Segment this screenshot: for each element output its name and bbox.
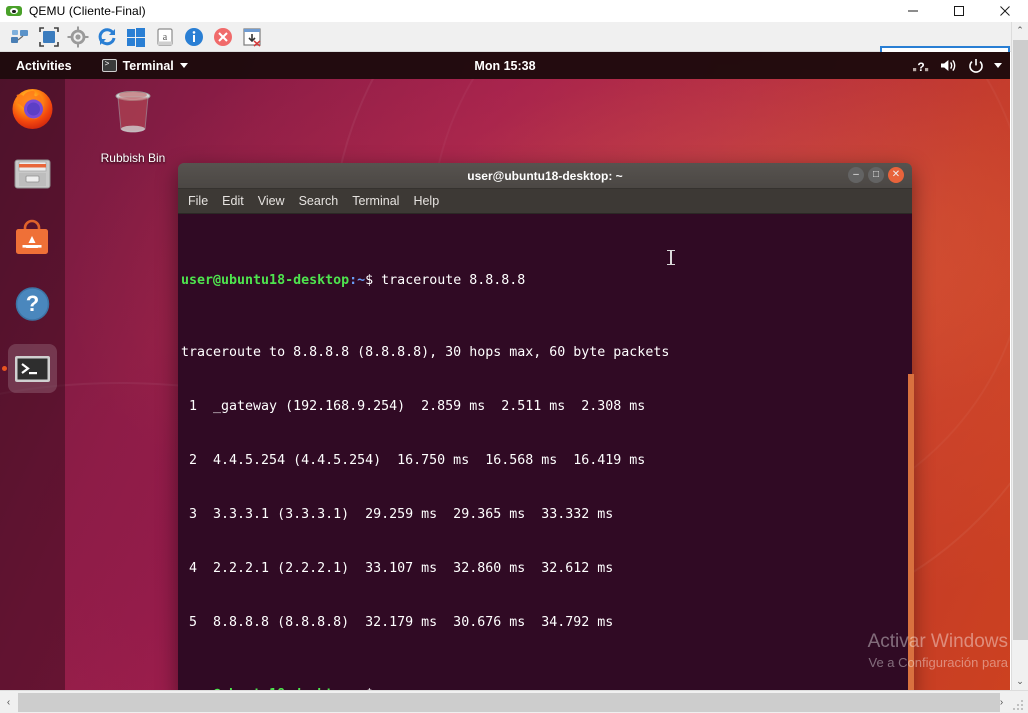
qemu-minimize-button[interactable] xyxy=(890,0,936,22)
keyboard-input-icon[interactable]: ? xyxy=(913,59,930,73)
svg-text:?: ? xyxy=(26,291,39,316)
info-icon[interactable] xyxy=(181,24,207,50)
qemu-logo-icon xyxy=(6,3,22,19)
qemu-close-button[interactable] xyxy=(982,0,1028,22)
app-menu-label: Terminal xyxy=(123,59,174,73)
document-icon[interactable]: a xyxy=(152,24,178,50)
prompt-user-host: user@ubuntu18-desktop xyxy=(181,273,349,288)
close-circle-icon[interactable] xyxy=(210,24,236,50)
terminal-output: user@ubuntu18-desktop:~$ traceroute 8.8.… xyxy=(180,218,912,690)
menu-help[interactable]: Help xyxy=(413,194,439,208)
terminal-menubar: File Edit View Search Terminal Help xyxy=(178,189,912,214)
terminal-window: user@ubuntu18-desktop: ~ – □ ✕ File Edit… xyxy=(178,163,912,690)
resize-grip[interactable] xyxy=(1012,697,1026,711)
dock-item-files[interactable] xyxy=(8,149,57,198)
terminal-maximize-button[interactable]: □ xyxy=(868,167,884,183)
desktop-icon-label: Rubbish Bin xyxy=(93,151,173,165)
chevron-down-icon[interactable] xyxy=(994,63,1002,68)
files-icon xyxy=(8,149,57,198)
host-vertical-scrollbar[interactable]: ⌃ ⌄ xyxy=(1011,22,1028,690)
horizontal-scrollbar-thumb[interactable] xyxy=(18,693,1000,712)
traceroute-hop-2: 2 4.4.5.254 (4.4.5.254) 16.750 ms 16.568… xyxy=(181,452,912,470)
watermark-line-2: Ve a Configuración para xyxy=(868,654,1008,672)
text-cursor-icon xyxy=(670,250,672,265)
terminal-command-line: user@ubuntu18-desktop:~$ traceroute 8.8.… xyxy=(181,272,912,290)
scroll-down-icon[interactable]: ⌄ xyxy=(1012,673,1028,690)
traceroute-hop-5: 5 8.8.8.8 (8.8.8.8) 32.179 ms 30.676 ms … xyxy=(181,614,912,632)
system-status-area[interactable]: ? xyxy=(913,58,1002,74)
app-menu-button[interactable]: Terminal xyxy=(102,59,188,73)
volume-icon[interactable] xyxy=(940,58,958,73)
menu-file[interactable]: File xyxy=(188,194,208,208)
terminal-titlebar[interactable]: user@ubuntu18-desktop: ~ – □ ✕ xyxy=(178,163,912,189)
terminal-minimize-button[interactable]: – xyxy=(848,167,864,183)
rubbish-bin-icon xyxy=(104,84,162,142)
menu-search[interactable]: Search xyxy=(299,194,339,208)
typed-command: traceroute 8.8.8.8 xyxy=(381,273,525,288)
terminal-icon xyxy=(102,59,117,72)
snapshot-icon[interactable] xyxy=(239,24,265,50)
ubuntu-guest-desktop: Activities Terminal Mon 15:38 ? xyxy=(0,52,1010,690)
scroll-left-icon[interactable]: ‹ xyxy=(0,691,17,713)
terminal-window-controls: – □ ✕ xyxy=(848,167,904,183)
terminal-prompt-line: user@ubuntu18-desktop:~$ xyxy=(181,686,912,690)
ubuntu-dock: ? xyxy=(0,79,65,690)
chevron-down-icon xyxy=(180,63,188,68)
menu-edit[interactable]: Edit xyxy=(222,194,244,208)
traceroute-header: traceroute to 8.8.8.8 (8.8.8.8), 30 hops… xyxy=(181,344,912,362)
ubuntu-software-icon xyxy=(8,214,57,263)
traceroute-hop-1: 1 _gateway (192.168.9.254) 2.859 ms 2.51… xyxy=(181,398,912,416)
running-indicator-dot xyxy=(2,366,7,371)
prompt-path: :~ xyxy=(349,273,365,288)
dock-item-terminal[interactable] xyxy=(8,344,57,393)
scroll-up-icon[interactable]: ⌃ xyxy=(1012,22,1028,39)
traceroute-hop-3: 3 3.3.3.1 (3.3.3.1) 29.259 ms 29.365 ms … xyxy=(181,506,912,524)
fullscreen-icon[interactable] xyxy=(36,24,62,50)
watermark-line-1: Activar Windows xyxy=(868,630,1008,654)
dock-item-ubuntu-software[interactable] xyxy=(8,214,57,263)
prompt-symbol: $ xyxy=(365,687,373,690)
terminal-icon xyxy=(8,344,57,393)
gnome-top-bar: Activities Terminal Mon 15:38 ? xyxy=(0,52,1010,79)
activities-button[interactable]: Activities xyxy=(10,57,78,75)
dock-item-help[interactable]: ? xyxy=(8,279,57,328)
firefox-icon xyxy=(8,84,57,133)
svg-text:a: a xyxy=(163,32,168,43)
settings-gear-icon[interactable] xyxy=(65,24,91,50)
qemu-maximize-button[interactable] xyxy=(936,0,982,22)
refresh-icon[interactable] xyxy=(94,24,120,50)
menu-view[interactable]: View xyxy=(258,194,285,208)
vertical-scrollbar-thumb[interactable] xyxy=(1013,40,1028,640)
windows-activation-watermark: Activar Windows Ve a Configuración para xyxy=(868,630,1008,672)
scroll-right-icon[interactable]: › xyxy=(993,691,1010,713)
network-icon[interactable] xyxy=(7,24,33,50)
qemu-host-window: QEMU (Cliente-Final) xyxy=(0,0,1028,713)
terminal-title: user@ubuntu18-desktop: ~ xyxy=(467,169,622,183)
prompt-path: :~ xyxy=(349,687,365,690)
clock[interactable]: Mon 15:38 xyxy=(474,59,535,73)
terminal-close-button[interactable]: ✕ xyxy=(888,167,904,183)
traceroute-hop-4: 4 2.2.2.1 (2.2.2.1) 33.107 ms 32.860 ms … xyxy=(181,560,912,578)
menu-terminal[interactable]: Terminal xyxy=(352,194,399,208)
qemu-window-controls xyxy=(890,0,1028,22)
prompt-user-host: user@ubuntu18-desktop xyxy=(181,687,349,690)
prompt-symbol: $ xyxy=(365,273,373,288)
dock-item-firefox[interactable] xyxy=(8,84,57,133)
windows-logo-icon[interactable] xyxy=(123,24,149,50)
host-horizontal-scrollbar[interactable]: ‹ › xyxy=(0,690,1028,713)
qemu-titlebar: QEMU (Cliente-Final) xyxy=(0,0,1028,22)
qemu-window-title: QEMU (Cliente-Final) xyxy=(29,4,146,18)
qemu-toolbar: a xyxy=(0,22,1028,52)
desktop-icon-rubbish-bin[interactable]: Rubbish Bin xyxy=(93,84,173,165)
power-icon[interactable] xyxy=(968,58,984,74)
terminal-body[interactable]: user@ubuntu18-desktop:~$ traceroute 8.8.… xyxy=(178,214,912,690)
help-icon: ? xyxy=(8,279,57,328)
svg-text:?: ? xyxy=(917,60,924,73)
